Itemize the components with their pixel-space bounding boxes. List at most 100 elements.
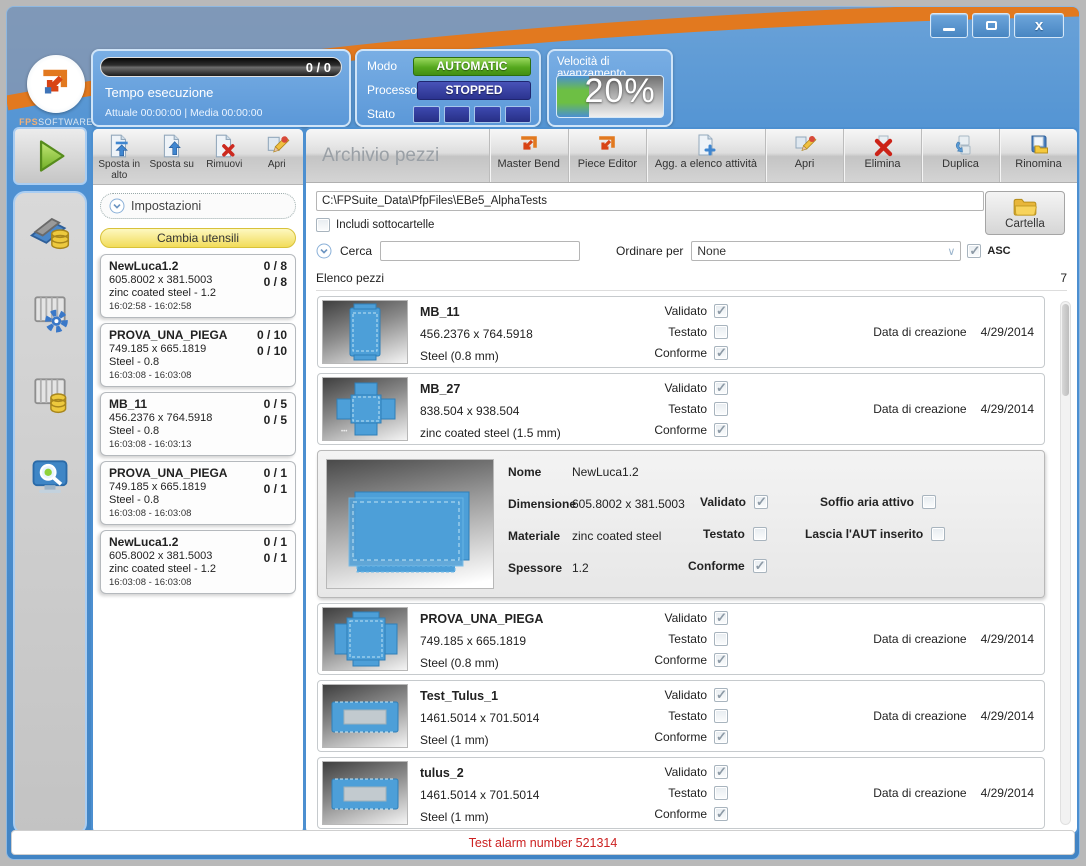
queue-item[interactable]: PROVA_UNA_PIEGA 749.185 x 665.1819 Steel… (100, 323, 296, 387)
diagnostics-monitor-search-icon[interactable] (27, 453, 73, 499)
stato-label: Stato (367, 107, 395, 121)
piece-archive-panel: Archivio pezzi Master Bend Piece Editor (304, 127, 1079, 835)
validato-checkbox[interactable] (714, 304, 728, 318)
piece-row[interactable]: Test_Tulus_1 1461.5014 x 701.5014 Steel … (317, 680, 1045, 752)
testato-checkbox[interactable] (714, 786, 728, 800)
validato-checkbox[interactable] (714, 381, 728, 395)
testato-checkbox[interactable] (714, 402, 728, 416)
validato-checkbox[interactable] (714, 611, 728, 625)
sort-by-label: Ordinare per (616, 244, 683, 258)
nome-value: NewLuca1.2 (572, 465, 639, 479)
tool-rack-database-icon[interactable] (27, 371, 73, 417)
testato-checkbox[interactable] (753, 527, 767, 541)
search-expander-chevron-icon[interactable] (316, 243, 332, 259)
soffio-aria-checkbox[interactable] (922, 495, 936, 509)
validato-checkbox[interactable] (754, 495, 768, 509)
alarm-text: Test alarm number 521314 (469, 836, 618, 850)
brand-name: FPSSOFTWARE (17, 117, 95, 127)
conforme-checkbox[interactable] (714, 807, 728, 821)
app-window: x FPSSOFTWARE 0 / 0 Tempo esecuzione Att… (6, 6, 1080, 860)
conforme-checkbox[interactable] (714, 423, 728, 437)
tempo-label: Tempo esecuzione (105, 85, 213, 100)
piece-thumbnail (322, 761, 408, 825)
queue-item[interactable]: MB_11 456.2376 x 764.5918 Steel - 0.8 16… (100, 392, 296, 456)
piece-thumbnail (322, 607, 408, 671)
piece-list-scrollbar[interactable] (1060, 301, 1071, 825)
tool-rack-gear-icon[interactable] (27, 289, 73, 335)
maximize-button[interactable] (972, 13, 1010, 38)
delete-piece-button[interactable]: Elimina (843, 129, 921, 182)
queue-item-counts: 0 / 10 / 1 (264, 535, 287, 566)
folder-path-input[interactable] (316, 191, 984, 211)
include-subfolders-label: Includi sottocartelle (336, 219, 434, 231)
validato-checkbox[interactable] (714, 688, 728, 702)
impostazioni-expander[interactable]: Impostazioni (100, 193, 296, 219)
minimize-button[interactable] (930, 13, 968, 38)
press-brake-archive-icon[interactable] (27, 207, 73, 253)
conforme-checkbox[interactable] (714, 730, 728, 744)
stato-segment (444, 106, 471, 123)
brand-logo: FPSSOFTWARE (17, 55, 95, 127)
velocita-value: 20% (585, 75, 656, 111)
pencil-icon (793, 133, 817, 157)
testato-checkbox[interactable] (714, 709, 728, 723)
nome-label: Nome (508, 465, 541, 479)
conforme-checkbox[interactable] (714, 653, 728, 667)
piece-detail-row[interactable]: Nome NewLuca1.2 Dimensione 605.8002 x 38… (317, 450, 1045, 598)
testato-checkbox[interactable] (714, 325, 728, 339)
lascia-aut-checkbox[interactable] (931, 527, 945, 541)
queue-item-counts: 0 / 80 / 8 (264, 259, 287, 290)
add-to-task-list-button[interactable]: Agg. a elenco attività (646, 129, 765, 182)
validato-checkbox[interactable] (714, 765, 728, 779)
close-button[interactable]: x (1014, 13, 1064, 38)
piece-row[interactable]: MB_11 456.2376 x 764.5918 Steel (0.8 mm)… (317, 296, 1045, 368)
page-red-x-icon (211, 133, 237, 159)
fps-arrow-logo-icon (595, 133, 619, 157)
piece-list: MB_11 456.2376 x 764.5918 Steel (0.8 mm)… (316, 291, 1067, 829)
execution-progressbar: 0 / 0 (100, 57, 342, 77)
modo-value-badge: AUTOMATIC (413, 57, 531, 76)
stato-segments (413, 106, 531, 123)
conforme-checkbox[interactable] (714, 346, 728, 360)
cambia-utensili-button[interactable]: Cambia utensili (100, 228, 296, 248)
chevron-down-icon (109, 198, 125, 214)
include-subfolders-checkbox[interactable] (316, 218, 330, 232)
creation-date-value: 4/29/2014 (981, 325, 1034, 339)
remove-button[interactable]: Rimuovi (198, 129, 251, 184)
open-piece-button[interactable]: Apri (765, 129, 843, 182)
queue-item[interactable]: PROVA_UNA_PIEGA 749.185 x 665.1819 Steel… (100, 461, 296, 525)
navigation-rail (13, 191, 87, 835)
red-x-icon (871, 133, 895, 157)
duplicate-piece-button[interactable]: Duplica (921, 129, 999, 182)
queue-item[interactable]: NewLuca1.2 605.8002 x 381.5003 zinc coat… (100, 530, 296, 594)
velocita-bar: 20% (556, 75, 664, 118)
scrollbar-thumb[interactable] (1062, 304, 1069, 396)
master-bend-button[interactable]: Master Bend (489, 129, 568, 182)
job-queue-panel: Sposta in alto Sposta su Rimuovi (91, 127, 305, 835)
piece-row[interactable]: PROVA_UNA_PIEGA 749.185 x 665.1819 Steel… (317, 603, 1045, 675)
search-input[interactable] (380, 241, 580, 261)
dimensione-value: 605.8002 x 381.5003 (572, 497, 685, 511)
piece-thumbnail (322, 300, 408, 364)
piece-row[interactable]: ••• MB_27 838.504 x 938.504 zinc coated … (317, 373, 1045, 445)
piece-row[interactable]: tulus_2 1461.5014 x 701.5014 Steel (1 mm… (317, 757, 1045, 829)
tempo-esecuzione-panel: 0 / 0 Tempo esecuzione Attuale 00:00:00 … (91, 49, 351, 127)
move-up-button[interactable]: Sposta su (146, 129, 199, 184)
sort-by-select[interactable]: None ∨ (691, 241, 961, 261)
piece-editor-button[interactable]: Piece Editor (568, 129, 646, 182)
asc-checkbox[interactable] (967, 244, 981, 258)
queue-item-counts: 0 / 50 / 5 (264, 397, 287, 428)
piece-thumbnail: ••• (322, 377, 408, 441)
machine-state-panel: Modo AUTOMATIC Processo STOPPED Stato (355, 49, 541, 127)
fps-arrow-logo-icon (517, 133, 541, 157)
maximize-icon (986, 21, 997, 30)
start-button[interactable] (13, 127, 87, 185)
testato-checkbox[interactable] (714, 632, 728, 646)
piece-thumbnail-large (326, 459, 494, 589)
choose-folder-button[interactable]: Cartella (985, 191, 1065, 235)
rename-piece-button[interactable]: Rinomina (999, 129, 1077, 182)
conforme-checkbox[interactable] (753, 559, 767, 573)
queue-item[interactable]: NewLuca1.2 605.8002 x 381.5003 zinc coat… (100, 254, 296, 318)
open-button[interactable]: Apri (251, 129, 304, 184)
move-to-top-button[interactable]: Sposta in alto (93, 129, 146, 184)
